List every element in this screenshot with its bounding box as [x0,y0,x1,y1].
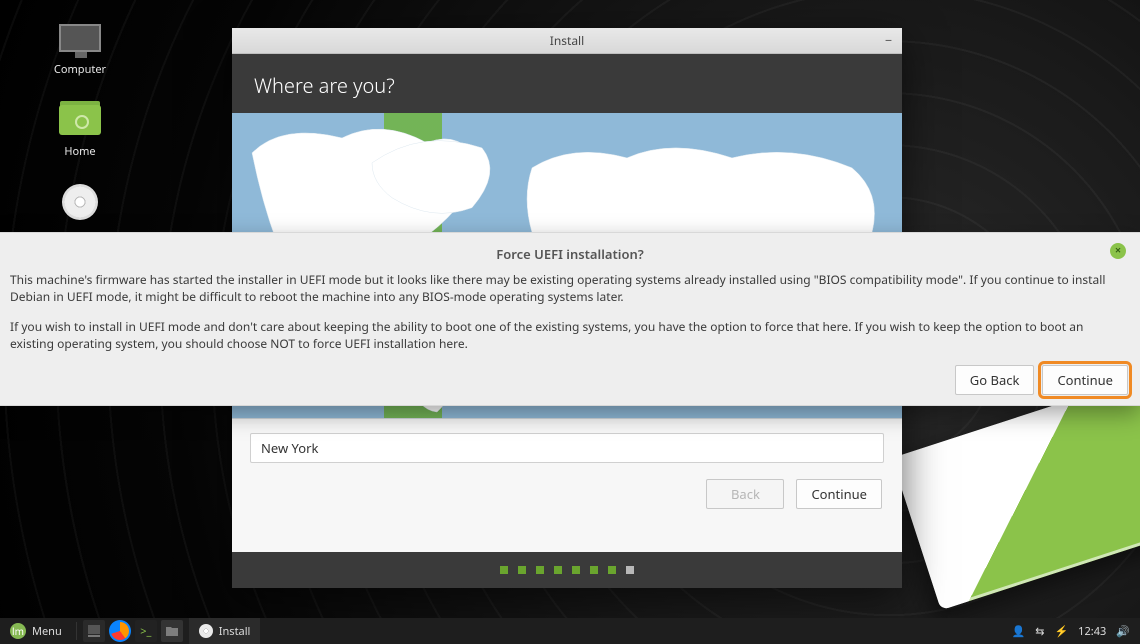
network-icon[interactable]: ⇆ [1035,624,1044,639]
timezone-input[interactable]: New York [250,433,884,463]
progress-dot [536,566,544,574]
window-titlebar[interactable]: Install – [232,28,902,54]
taskbar-separator [76,622,77,640]
minimize-icon[interactable]: – [885,30,892,49]
progress-dot [626,566,634,574]
dialog-paragraph: If you wish to install in UEFI mode and … [10,318,1130,353]
terminal-icon: >_ [140,626,151,637]
dialog-title: Force UEFI installation? [496,245,644,263]
terminal-launcher[interactable]: >_ [135,620,157,642]
taskbar: lm Menu >_ Install 👤 ⇆ ⚡ 12:43 🔊 [0,618,1140,644]
installer-heading: Where are you? [232,54,902,113]
progress-dot [518,566,526,574]
desktop-icon-computer[interactable]: Computer [40,18,120,77]
close-icon[interactable]: × [1110,243,1126,259]
menu-label: Menu [32,624,62,639]
show-desktop-icon [87,624,101,638]
window-title: Install [550,32,585,49]
dialog-paragraph: This machine's firmware has started the … [10,271,1130,306]
disc-icon [199,624,213,638]
monitor-icon [59,24,101,52]
folder-icon [165,625,179,637]
show-desktop-launcher[interactable] [83,620,105,642]
progress-dot [572,566,580,574]
installer-back-button: Back [706,479,784,509]
user-icon[interactable]: 👤 [1012,624,1026,639]
installer-progress-dots [232,552,902,588]
firefox-launcher[interactable] [109,620,131,642]
dialog-continue-button[interactable]: Continue [1042,365,1128,395]
progress-dot [608,566,616,574]
installer-continue-button[interactable]: Continue [796,479,882,509]
progress-dot [500,566,508,574]
desktop-icon-label: Home [40,144,120,159]
files-launcher[interactable] [161,620,183,642]
taskbar-entry-label: Install [219,624,251,639]
speaker-icon[interactable]: 🔊 [1116,624,1130,639]
taskbar-entry-install[interactable]: Install [189,618,261,644]
timezone-value: New York [261,439,318,457]
progress-dot [554,566,562,574]
clock[interactable]: 12:43 [1078,624,1106,639]
dialog-go-back-button[interactable]: Go Back [955,365,1035,395]
mint-logo-icon: lm [10,623,26,639]
system-tray: 👤 ⇆ ⚡ 12:43 🔊 [1002,624,1140,639]
folder-icon [59,105,101,135]
desktop-icon-home[interactable]: Home [40,100,120,159]
progress-dot [590,566,598,574]
disc-icon [62,184,98,220]
menu-button[interactable]: lm Menu [0,618,72,644]
battery-icon[interactable]: ⚡ [1054,624,1068,639]
desktop-icon-label: Computer [40,62,120,77]
desktop-icon-media[interactable] [40,182,120,226]
uefi-dialog: Force UEFI installation? × This machine'… [0,232,1140,406]
